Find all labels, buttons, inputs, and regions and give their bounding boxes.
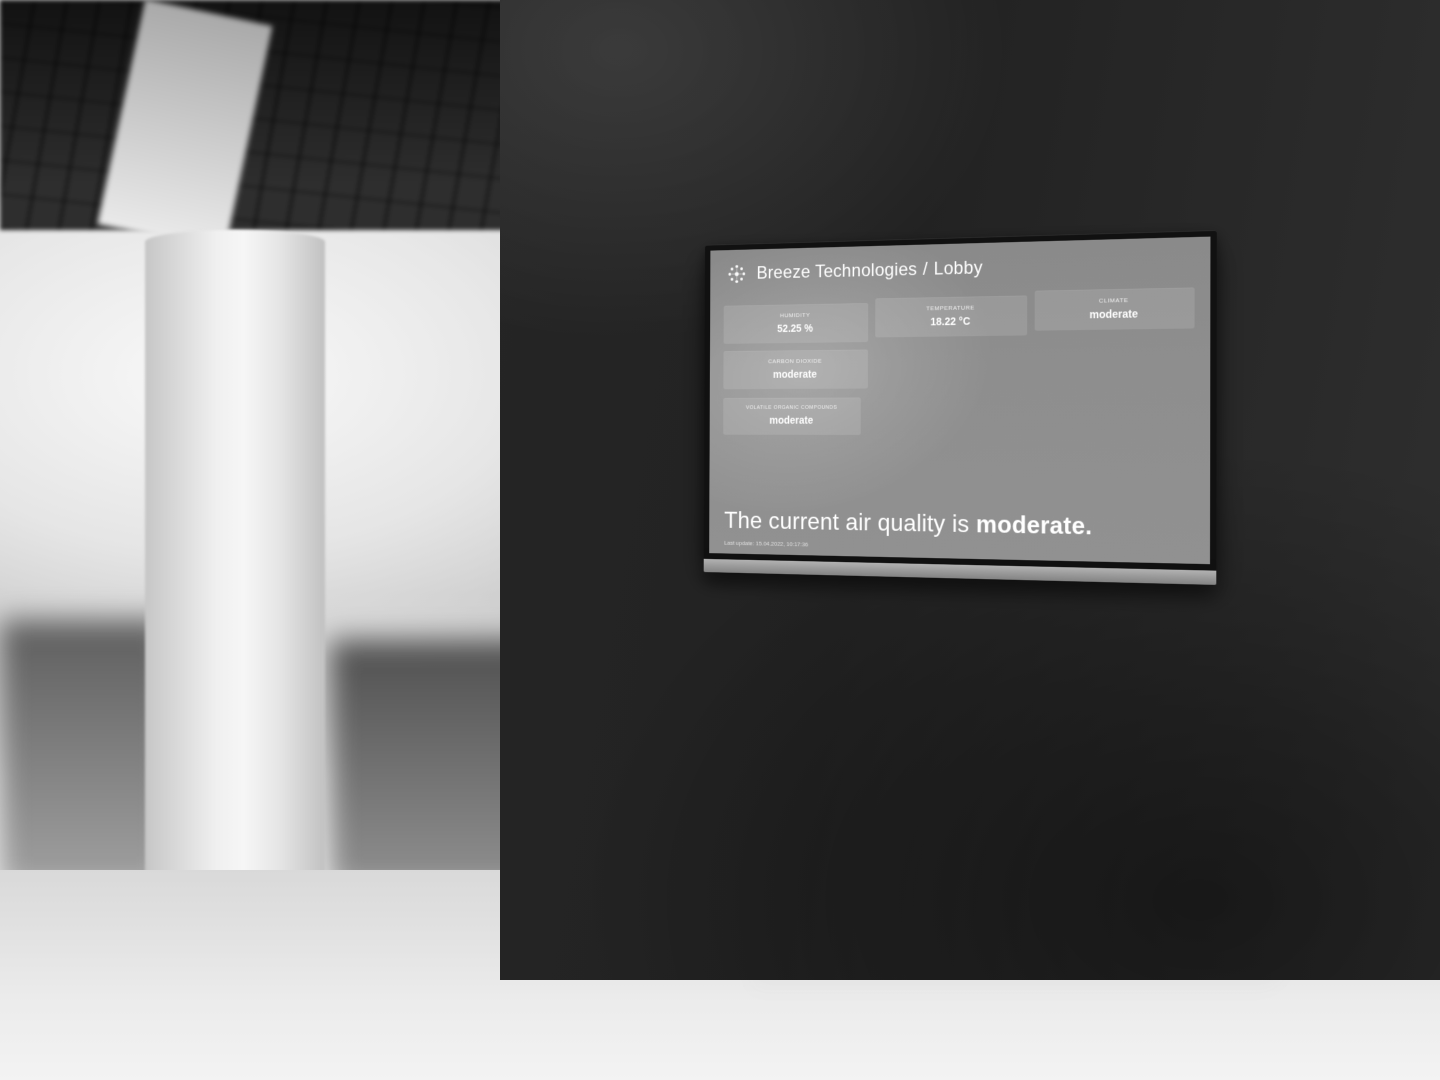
wall-display: Breeze Technologies / Lobby HUMIDITY 52.… xyxy=(704,230,1217,610)
dashboard-screen: Breeze Technologies / Lobby HUMIDITY 52.… xyxy=(709,237,1210,565)
tile-value: moderate xyxy=(1045,307,1183,322)
tile-value: moderate xyxy=(733,368,858,381)
summary-prefix: The current air quality is xyxy=(724,506,976,537)
brand-name: Breeze Technologies xyxy=(757,259,918,284)
tile-humidity: HUMIDITY 52.25 % xyxy=(724,303,869,344)
summary-status: moderate. xyxy=(976,510,1092,540)
tile-label: HUMIDITY xyxy=(733,311,858,320)
scene-environment: Breeze Technologies / Lobby HUMIDITY 52.… xyxy=(0,0,1440,1080)
air-quality-summary: The current air quality is moderate. xyxy=(724,507,1193,542)
tile-climate: CLIMATE moderate xyxy=(1035,287,1195,330)
tile-value: 18.22 °C xyxy=(885,314,1016,328)
metrics-row-2: VOLATILE ORGANIC COMPOUNDS moderate xyxy=(710,392,1211,436)
brand-logo-icon xyxy=(727,263,748,285)
last-update-label: Last update: xyxy=(724,540,754,547)
tv-frame: Breeze Technologies / Lobby HUMIDITY 52.… xyxy=(704,230,1217,571)
tile-label: CARBON DIOXIDE xyxy=(733,357,858,365)
tile-label: VOLATILE ORGANIC COMPOUNDS xyxy=(733,405,851,410)
title-separator: / xyxy=(923,259,928,280)
tile-label: CLIMATE xyxy=(1045,296,1183,306)
tile-temperature: TEMPERATURE 18.22 °C xyxy=(875,295,1027,337)
tile-label: TEMPERATURE xyxy=(885,303,1016,312)
metrics-row-1: HUMIDITY 52.25 % TEMPERATURE 18.22 °C CL… xyxy=(710,279,1211,389)
tv-bezel xyxy=(704,559,1217,585)
location-name: Lobby xyxy=(934,257,983,279)
tile-value: moderate xyxy=(733,414,851,426)
tile-voc: VOLATILE ORGANIC COMPOUNDS moderate xyxy=(723,398,861,435)
last-update-value: 15.04.2022, 10:17:36 xyxy=(756,540,808,548)
tile-carbon-dioxide: CARBON DIOXIDE moderate xyxy=(723,350,868,390)
last-update: Last update: 15.04.2022, 10:17:36 xyxy=(724,540,808,548)
page-title: Breeze Technologies / Lobby xyxy=(757,257,983,283)
tile-value: 52.25 % xyxy=(733,321,858,335)
